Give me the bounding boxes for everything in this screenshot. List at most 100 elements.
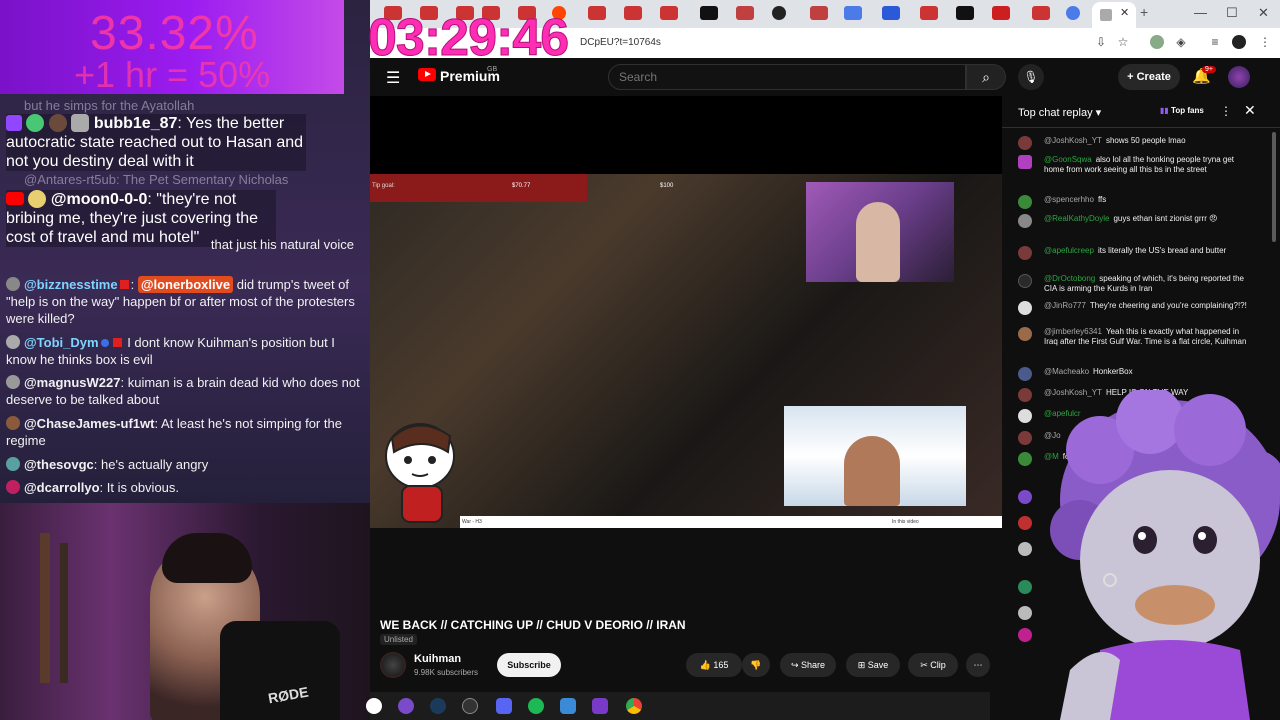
chat-username: @jimberley6341 — [1044, 327, 1102, 336]
avatar — [1018, 628, 1032, 642]
save-button[interactable]: ⊞ Save — [846, 653, 900, 677]
bookmark-star-icon[interactable]: ☆ — [1116, 35, 1130, 49]
chat-username: @RealKathyDoyle — [1044, 214, 1110, 223]
minimize-icon[interactable]: — — [1194, 5, 1207, 20]
close-icon[interactable]: ✕ — [1244, 102, 1256, 119]
avatar — [28, 190, 47, 208]
chrome-icon[interactable] — [626, 698, 642, 714]
share-button[interactable]: ↪ Share — [780, 653, 836, 677]
chat-more-icon[interactable]: ⋮ — [1220, 104, 1232, 118]
steam-icon[interactable] — [430, 698, 446, 714]
avatar — [1018, 431, 1032, 445]
strip-label: War - H3 — [462, 519, 482, 525]
install-icon[interactable]: ⇩ — [1094, 35, 1108, 49]
browser-tab[interactable] — [700, 6, 718, 20]
channel-name[interactable]: Kuihman — [414, 653, 461, 665]
top-fans-button[interactable]: ▮▮ Top fans — [1160, 106, 1204, 115]
browser-tab[interactable] — [660, 6, 678, 20]
browser-tab[interactable] — [736, 6, 754, 20]
notification-count: 9+ — [1202, 66, 1216, 73]
browser-tab[interactable] — [772, 6, 786, 20]
search-button[interactable]: ⌕ — [966, 64, 1006, 90]
tab-favicon-icon — [1100, 9, 1112, 21]
chat-username: @bizznesstime — [24, 277, 118, 292]
browser-tab[interactable] — [1066, 6, 1080, 20]
browser-tab[interactable] — [624, 6, 642, 20]
chat-scrollbar[interactable] — [1272, 132, 1276, 242]
avatar — [6, 457, 20, 471]
chat-mode-dropdown[interactable]: Top chat replay ▾ — [1018, 106, 1101, 119]
avatar — [1018, 274, 1032, 288]
browser-tab[interactable] — [1032, 6, 1050, 20]
discord-icon[interactable] — [496, 698, 512, 714]
screen: 33.32% +1 hr = 50% but he simps for the … — [0, 0, 1280, 720]
obs-icon[interactable] — [462, 698, 478, 714]
stream-chat-message: that just his natural voice — [24, 236, 354, 253]
avatar — [1018, 490, 1032, 504]
youtube-logo-icon[interactable] — [418, 68, 436, 81]
voice-search-button[interactable]: 🎙 — [1018, 64, 1044, 90]
more-actions-button[interactable]: ⋯ — [966, 653, 990, 677]
sub-badge-icon — [71, 114, 90, 132]
browser-tab[interactable] — [844, 6, 862, 20]
browser-menu-icon[interactable]: ⋮ — [1258, 35, 1272, 49]
video-bottom-strip: War - H3 In this video — [460, 516, 1002, 528]
share-icon: ↪ — [790, 660, 799, 670]
profile-avatar[interactable] — [1232, 35, 1246, 49]
hamburger-menu-icon[interactable]: ☰ — [386, 68, 400, 88]
youtube-icon — [6, 192, 24, 205]
create-button[interactable]: + Create — [1118, 64, 1180, 90]
subscriber-count: 9.98K subscribers — [414, 668, 479, 677]
app3-icon[interactable] — [592, 698, 608, 714]
app2-icon[interactable] — [560, 698, 576, 714]
new-tab-icon[interactable]: + — [1140, 4, 1148, 20]
stream-chat-message: @ChaseJames-uf1wt: At least he's not sim… — [6, 416, 342, 448]
active-tab[interactable]: ✕ — [1092, 2, 1136, 28]
windows-icon[interactable] — [366, 698, 382, 714]
subathon-goal-box: 33.32% +1 hr = 50% — [0, 0, 344, 95]
search-box[interactable] — [608, 64, 966, 90]
twitch-icon — [6, 115, 22, 131]
extensions-puzzle-icon[interactable]: ◈ — [1174, 35, 1188, 49]
spotify-icon[interactable] — [528, 698, 544, 714]
person — [856, 202, 900, 282]
like-button[interactable]: 👍 165 — [686, 653, 742, 677]
chat-text: that just his natural voice — [210, 237, 354, 252]
avatar — [6, 335, 20, 349]
chat-username: @spencerhho — [1044, 195, 1094, 204]
thumbs-up-icon: 👍 — [699, 660, 711, 670]
video-player[interactable]: Tip goal: $70.77 $100 War - H3 In this v… — [370, 96, 1002, 528]
stream-chat-message: @dcarrollyo: It is obvious. — [6, 479, 362, 496]
clip-button[interactable]: ✂ Clip — [908, 653, 958, 677]
browser-tab[interactable] — [956, 6, 974, 20]
browser-tab[interactable] — [588, 6, 606, 20]
avatar — [6, 480, 20, 494]
account-avatar[interactable] — [1228, 66, 1250, 88]
close-icon[interactable]: ✕ — [1120, 6, 1129, 19]
badge-icon — [112, 338, 122, 347]
maximize-icon[interactable]: ☐ — [1226, 5, 1238, 21]
tip-goal-bar — [370, 174, 587, 202]
reading-list-icon[interactable]: ≡ — [1208, 35, 1222, 49]
url-field[interactable]: DCpEU?t=10764s — [580, 37, 661, 48]
close-window-icon[interactable]: ✕ — [1258, 5, 1269, 21]
dislike-button[interactable]: 👎 — [742, 653, 770, 677]
browser-tab[interactable] — [810, 6, 828, 20]
browser-tab[interactable] — [882, 6, 900, 20]
channel-avatar[interactable] — [380, 652, 406, 678]
share-label: Share — [801, 660, 826, 670]
browser-tab[interactable] — [992, 6, 1010, 20]
search-input[interactable] — [609, 65, 965, 89]
avatar — [1018, 580, 1032, 594]
browser-tab[interactable] — [920, 6, 938, 20]
cartoon-character-icon — [385, 423, 455, 523]
app-icon[interactable] — [398, 698, 414, 714]
clip-label: Clip — [930, 660, 946, 670]
extension-icon[interactable] — [1150, 35, 1164, 49]
chat-mode-label: Top chat replay — [1018, 107, 1093, 119]
tip-goal-value: $70.77 — [512, 183, 531, 189]
avatar — [1018, 214, 1032, 228]
microphone-icon: 🎙 — [1023, 70, 1039, 84]
chat-header: Top chat replay ▾ ▮▮ Top fans ⋮ ✕ — [1002, 96, 1280, 128]
subscribe-button[interactable]: Subscribe — [497, 653, 561, 677]
